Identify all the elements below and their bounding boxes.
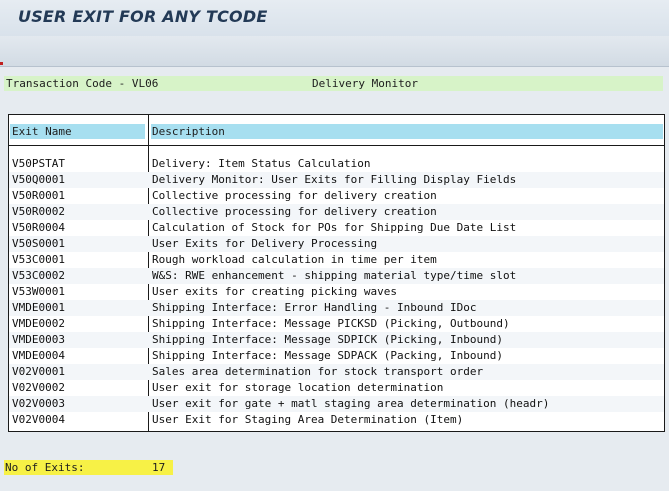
transaction-row: Transaction Code - VL06 Delivery Monitor [4,76,663,91]
description-cell: User exits for creating picking waves [152,285,398,298]
table-row[interactable]: V53W0001 User exits for creating picking … [9,284,664,300]
table-row[interactable]: V02V0004 User Exit for Staging Area Deter… [9,412,664,428]
exit-name-cell[interactable]: V50R0001 [12,188,65,204]
exit-name-cell[interactable]: V50PSTAT [12,156,65,172]
application-toolbar [0,36,669,67]
exit-count-value: 17 [152,461,166,474]
exit-name-cell[interactable]: VMDE0004 [12,348,65,364]
exit-name-cell[interactable]: V50S0001 [12,236,65,252]
table-row[interactable]: V02V0002 User exit for storage location d… [9,380,664,396]
table-body: V50PSTAT Delivery: Item Status Calculatio… [9,156,664,428]
header-separator [9,145,664,146]
column-header-exit-name[interactable]: Exit Name [10,124,145,139]
description-cell: Shipping Interface: Message PICKSD (Pick… [152,317,510,330]
exit-name-cell[interactable]: VMDE0003 [12,332,65,348]
table-row[interactable]: V50R0004 Calculation of Stock for POs for… [9,220,664,236]
exit-name-cell[interactable]: V50Q0001 [12,172,65,188]
description-cell: User exit for storage location determina… [152,381,444,394]
toolbar-marker [0,62,3,65]
exit-name-cell[interactable]: V53W0001 [12,284,65,300]
table-row[interactable]: VMDE0003 Shipping Interface: Message SDPI… [9,332,664,348]
column-header-description[interactable]: Description [151,124,663,139]
exit-name-cell[interactable]: V53C0001 [12,252,65,268]
description-cell: Collective processing for delivery creat… [152,205,437,218]
exit-name-cell[interactable]: V53C0002 [12,268,65,284]
table-row[interactable]: V53C0002 W&S: RWE enhancement - shipping … [9,268,664,284]
description-cell: User Exit for Staging Area Determination… [152,413,464,426]
description-cell: Collective processing for delivery creat… [152,189,437,202]
exit-name-cell[interactable]: V02V0002 [12,380,65,396]
title-bar: USER EXIT FOR ANY TCODE [0,0,669,37]
description-cell: Calculation of Stock for POs for Shippin… [152,221,517,234]
description-cell: Delivery: Item Status Calculation [152,157,371,170]
table-row[interactable]: V02V0003 User exit for gate + matl stagin… [9,396,664,412]
transaction-code-label: Transaction Code - VL06 [6,77,159,90]
description-cell: User exit for gate + matl staging area d… [152,397,550,410]
description-cell: Delivery Monitor: User Exits for Filling… [152,173,517,186]
table-row[interactable]: V50R0001 Collective processing for delive… [9,188,664,204]
description-cell: Rough workload calculation in time per i… [152,253,437,266]
transaction-description: Delivery Monitor [312,77,418,90]
exit-name-cell[interactable]: V02V0003 [12,396,65,412]
description-cell: Sales area determination for stock trans… [152,365,484,378]
exit-name-cell[interactable]: VMDE0001 [12,300,65,316]
exit-name-cell[interactable]: V02V0001 [12,364,65,380]
exit-name-cell[interactable]: V50R0004 [12,220,65,236]
description-cell: Shipping Interface: Message SDPICK (Pick… [152,333,503,346]
window-title: USER EXIT FOR ANY TCODE [18,7,268,26]
table-row[interactable]: V50S0001 User Exits for Delivery Processi… [9,236,664,252]
table-row[interactable]: V53C0001 Rough workload calculation in ti… [9,252,664,268]
exit-count-row: No of Exits: 17 [4,460,173,475]
description-cell: User Exits for Delivery Processing [152,237,378,250]
exit-name-cell[interactable]: V02V0004 [12,412,65,428]
table-row[interactable]: VMDE0002 Shipping Interface: Message PICK… [9,316,664,332]
exit-name-cell[interactable]: V50R0002 [12,204,65,220]
exit-table: Exit Name Description V50PSTAT Delivery: … [8,114,665,432]
table-row[interactable]: V50PSTAT Delivery: Item Status Calculatio… [9,156,664,172]
table-row[interactable]: V50Q0001 Delivery Monitor: User Exits for… [9,172,664,188]
description-cell: W&S: RWE enhancement - shipping material… [152,269,517,282]
description-cell: Shipping Interface: Message SDPACK (Pack… [152,349,503,362]
table-row[interactable]: VMDE0004 Shipping Interface: Message SDPA… [9,348,664,364]
description-cell: Shipping Interface: Error Handling - Inb… [152,301,477,314]
table-row[interactable]: V02V0001 Sales area determination for sto… [9,364,664,380]
exit-count-label: No of Exits: [5,461,85,474]
exit-name-cell[interactable]: VMDE0002 [12,316,65,332]
table-row[interactable]: V50R0002 Collective processing for delive… [9,204,664,220]
table-row[interactable]: VMDE0001 Shipping Interface: Error Handli… [9,300,664,316]
